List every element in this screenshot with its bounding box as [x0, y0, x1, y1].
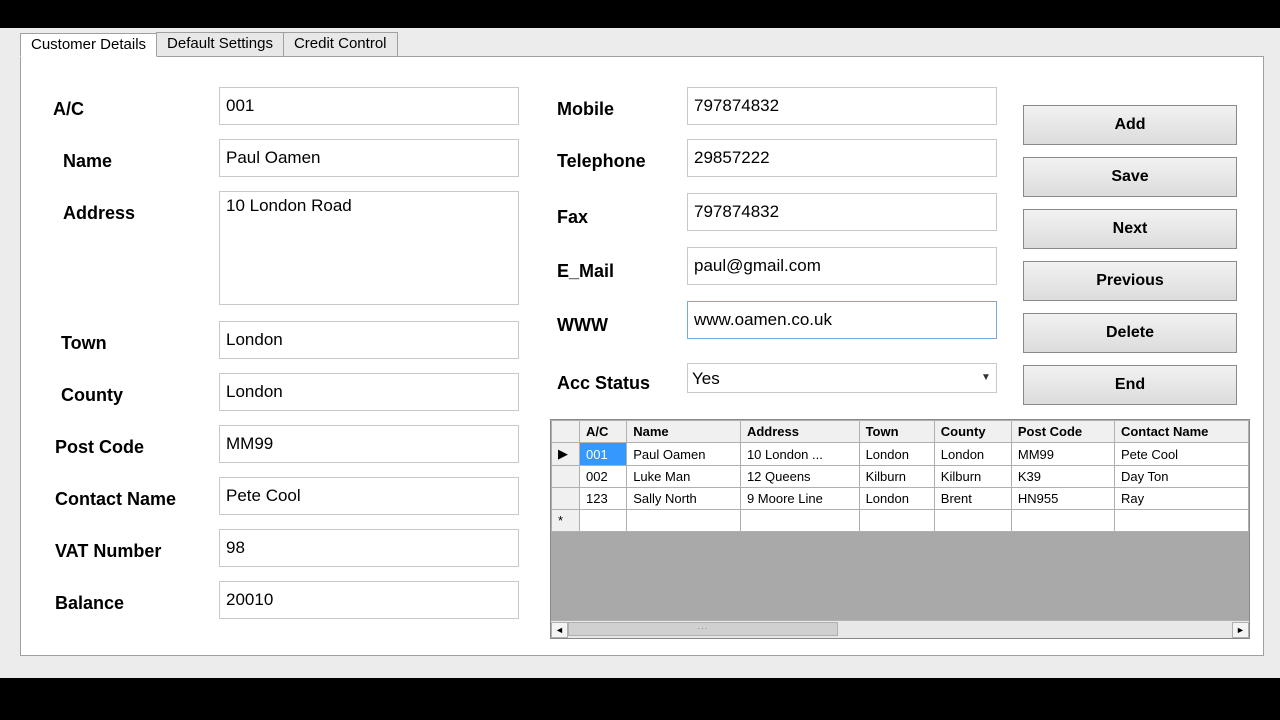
address-field[interactable]: [219, 191, 519, 305]
grid-cell[interactable]: Day Ton: [1114, 466, 1248, 488]
town-field[interactable]: [219, 321, 519, 359]
save-button[interactable]: Save: [1023, 157, 1237, 197]
label-email: E_Mail: [557, 261, 614, 282]
grid-column-header[interactable]: Address: [740, 421, 859, 443]
label-name: Name: [63, 151, 112, 172]
label-accstatus: Acc Status: [557, 373, 650, 394]
grid-cell[interactable]: 002: [580, 466, 627, 488]
grid-cell[interactable]: K39: [1011, 466, 1114, 488]
customers-grid[interactable]: A/CNameAddressTownCountyPost CodeContact…: [550, 419, 1250, 639]
row-indicator: [552, 466, 580, 488]
end-button[interactable]: End: [1023, 365, 1237, 405]
grid-column-header[interactable]: Town: [859, 421, 934, 443]
label-address: Address: [63, 203, 135, 224]
table-row[interactable]: ▶001Paul Oamen10 London ...LondonLondonM…: [552, 443, 1249, 466]
label-contact: Contact Name: [55, 489, 176, 510]
grid-cell[interactable]: Kilburn: [934, 466, 1011, 488]
grid-cell[interactable]: MM99: [1011, 443, 1114, 466]
accstatus-select[interactable]: YesNo: [687, 363, 997, 393]
scroll-track[interactable]: ···: [568, 622, 1232, 638]
label-mobile: Mobile: [557, 99, 614, 120]
grid-horizontal-scrollbar[interactable]: ◄ ··· ►: [551, 620, 1249, 638]
grid-column-header[interactable]: Name: [627, 421, 741, 443]
grid-cell[interactable]: Paul Oamen: [627, 443, 741, 466]
mobile-field[interactable]: [687, 87, 997, 125]
grid-cell[interactable]: [740, 510, 859, 532]
grid-cell[interactable]: Ray: [1114, 488, 1248, 510]
table-row[interactable]: 123Sally North9 Moore LineLondonBrentHN9…: [552, 488, 1249, 510]
row-indicator-new: *: [552, 510, 580, 532]
label-county: County: [61, 385, 123, 406]
grid-cell[interactable]: London: [934, 443, 1011, 466]
scroll-thumb[interactable]: ···: [568, 622, 838, 636]
www-field[interactable]: [687, 301, 997, 339]
grid-cell[interactable]: London: [859, 443, 934, 466]
vat-field[interactable]: [219, 529, 519, 567]
grid-cell[interactable]: [580, 510, 627, 532]
table-row-new[interactable]: *: [552, 510, 1249, 532]
grid-cell[interactable]: Kilburn: [859, 466, 934, 488]
tabs-strip: Customer DetailsDefault SettingsCredit C…: [20, 32, 1264, 56]
grid-rowheader-corner: [552, 421, 580, 443]
grid-cell[interactable]: [934, 510, 1011, 532]
grid-cell[interactable]: Sally North: [627, 488, 741, 510]
tab-panel-customer-details: A/C Name Address Town County Post Code C…: [20, 56, 1264, 656]
label-town: Town: [61, 333, 107, 354]
grid-cell[interactable]: HN955: [1011, 488, 1114, 510]
tab-credit-control[interactable]: Credit Control: [283, 32, 398, 56]
grid-cell[interactable]: 12 Queens: [740, 466, 859, 488]
telephone-field[interactable]: [687, 139, 997, 177]
email-field[interactable]: [687, 247, 997, 285]
balance-field[interactable]: [219, 581, 519, 619]
add-button[interactable]: Add: [1023, 105, 1237, 145]
scroll-left-button[interactable]: ◄: [551, 622, 568, 638]
label-postcode: Post Code: [55, 437, 144, 458]
grid-cell[interactable]: Pete Cool: [1114, 443, 1248, 466]
label-www: WWW: [557, 315, 608, 336]
label-telephone: Telephone: [557, 151, 646, 172]
table-row[interactable]: 002Luke Man12 QueensKilburnKilburnK39Day…: [552, 466, 1249, 488]
label-fax: Fax: [557, 207, 588, 228]
customers-table[interactable]: A/CNameAddressTownCountyPost CodeContact…: [551, 420, 1249, 532]
grid-cell[interactable]: 10 London ...: [740, 443, 859, 466]
previous-button[interactable]: Previous: [1023, 261, 1237, 301]
label-ac: A/C: [53, 99, 84, 120]
grid-cell[interactable]: 9 Moore Line: [740, 488, 859, 510]
row-indicator: ▶: [552, 443, 580, 466]
grid-cell[interactable]: 123: [580, 488, 627, 510]
contact-field[interactable]: [219, 477, 519, 515]
grid-cell[interactable]: London: [859, 488, 934, 510]
grid-column-header[interactable]: A/C: [580, 421, 627, 443]
county-field[interactable]: [219, 373, 519, 411]
row-indicator: [552, 488, 580, 510]
grid-column-header[interactable]: Contact Name: [1114, 421, 1248, 443]
grid-column-header[interactable]: County: [934, 421, 1011, 443]
delete-button[interactable]: Delete: [1023, 313, 1237, 353]
grid-cell[interactable]: Luke Man: [627, 466, 741, 488]
grid-cell[interactable]: [859, 510, 934, 532]
ac-field[interactable]: [219, 87, 519, 125]
grid-cell[interactable]: 001: [580, 443, 627, 466]
name-field[interactable]: [219, 139, 519, 177]
label-vat: VAT Number: [55, 541, 161, 562]
tab-customer-details[interactable]: Customer Details: [20, 33, 157, 57]
tab-control: Customer DetailsDefault SettingsCredit C…: [20, 32, 1264, 658]
grid-cell[interactable]: Brent: [934, 488, 1011, 510]
grid-column-header[interactable]: Post Code: [1011, 421, 1114, 443]
scroll-right-button[interactable]: ►: [1232, 622, 1249, 638]
grid-cell[interactable]: [1114, 510, 1248, 532]
next-button[interactable]: Next: [1023, 209, 1237, 249]
fax-field[interactable]: [687, 193, 997, 231]
postcode-field[interactable]: [219, 425, 519, 463]
grid-cell[interactable]: [1011, 510, 1114, 532]
tab-default-settings[interactable]: Default Settings: [156, 32, 284, 56]
grid-cell[interactable]: [627, 510, 741, 532]
label-balance: Balance: [55, 593, 124, 614]
